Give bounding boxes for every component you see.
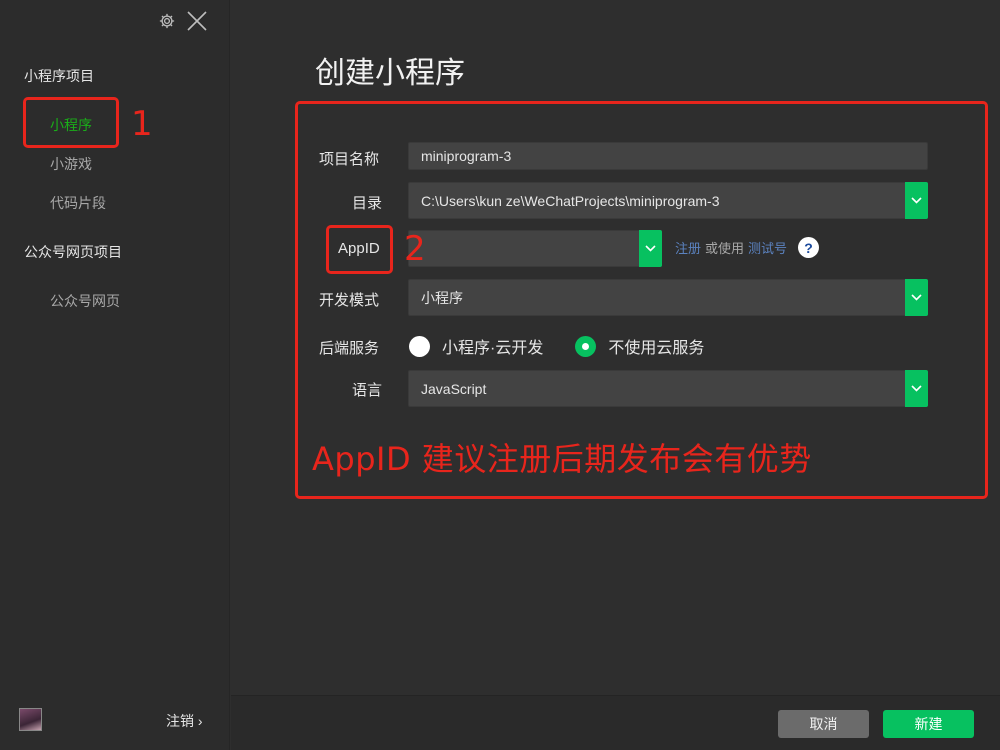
avatar[interactable]: [19, 708, 42, 731]
help-icon[interactable]: ?: [798, 237, 820, 258]
close-icon[interactable]: [186, 10, 208, 32]
sidebar-item-official-account-web[interactable]: 公众号网页: [50, 291, 120, 311]
annotation-hint-text: AppID 建议注册后期发布会有优势: [312, 440, 812, 478]
appid-label: AppID: [338, 240, 380, 257]
gear-icon[interactable]: [158, 12, 176, 30]
or-use-text: 或使用: [705, 241, 745, 256]
dev-mode-dropdown-button[interactable]: [905, 279, 928, 316]
dev-mode-select[interactable]: 小程序: [408, 279, 928, 316]
main-panel: 创建小程序 项目名称 miniprogram-3 目录 C:\Users\kun…: [231, 0, 1000, 750]
radio-cloud-dev[interactable]: [409, 335, 430, 357]
chevron-down-icon: [911, 197, 922, 204]
language-select[interactable]: JavaScript: [408, 370, 928, 407]
page-title: 创建小程序: [315, 57, 465, 90]
project-name-value: miniprogram-3: [421, 148, 512, 164]
language-dropdown-button[interactable]: [905, 370, 928, 407]
backend-label: 后端服务: [319, 340, 380, 357]
appid-links: 注册 或使用 测试号 ?: [675, 237, 820, 258]
language-label: 语言: [352, 382, 383, 399]
directory-select[interactable]: C:\Users\kun ze\WeChatProjects\miniprogr…: [408, 182, 928, 219]
appid-select[interactable]: [408, 230, 662, 267]
radio-selected-dot: [582, 342, 590, 350]
create-button[interactable]: 新建: [883, 710, 974, 738]
sidebar-footer: 注销 ›: [0, 695, 230, 750]
chevron-down-icon: [645, 245, 656, 252]
section-official-account-projects: 公众号网页项目: [24, 244, 122, 260]
window-controls: [158, 10, 208, 32]
directory-value: C:\Users\kun ze\WeChatProjects\miniprogr…: [421, 192, 720, 209]
annotation-number-2: 2: [404, 229, 426, 269]
logout-link[interactable]: 注销 ›: [166, 711, 203, 731]
project-name-input[interactable]: miniprogram-3: [408, 142, 928, 170]
section-miniprogram-projects: 小程序项目: [24, 68, 94, 84]
radio-no-cloud-label: 不使用云服务: [608, 340, 705, 357]
cancel-button[interactable]: 取消: [778, 710, 869, 738]
directory-dropdown-button[interactable]: [905, 182, 928, 219]
action-bar: 取消 新建: [231, 695, 1000, 750]
chevron-down-icon: [911, 385, 922, 392]
language-value: JavaScript: [421, 380, 487, 397]
dev-mode-value: 小程序: [421, 289, 463, 306]
register-link[interactable]: 注册: [675, 238, 701, 257]
radio-cloud-dev-label: 小程序·云开发: [442, 340, 544, 357]
project-name-label: 项目名称: [319, 151, 380, 168]
sidebar: 小程序项目 小程序 小游戏 代码片段 公众号网页项目 公众号网页 1 注销 ›: [0, 0, 230, 750]
annotation-number-1: 1: [131, 104, 153, 144]
chevron-down-icon: [911, 294, 922, 301]
radio-no-cloud[interactable]: [575, 335, 597, 357]
dev-mode-label: 开发模式: [319, 292, 380, 309]
backend-radio-group: 小程序·云开发 不使用云服务: [409, 334, 704, 358]
sidebar-item-miniprogram[interactable]: 小程序: [50, 115, 92, 135]
sidebar-item-code-snippet[interactable]: 代码片段: [50, 193, 106, 213]
appid-dropdown-button[interactable]: [639, 230, 662, 267]
test-account-link[interactable]: 测试号: [748, 238, 787, 257]
sidebar-item-minigame[interactable]: 小游戏: [50, 154, 92, 174]
directory-label: 目录: [352, 195, 383, 212]
